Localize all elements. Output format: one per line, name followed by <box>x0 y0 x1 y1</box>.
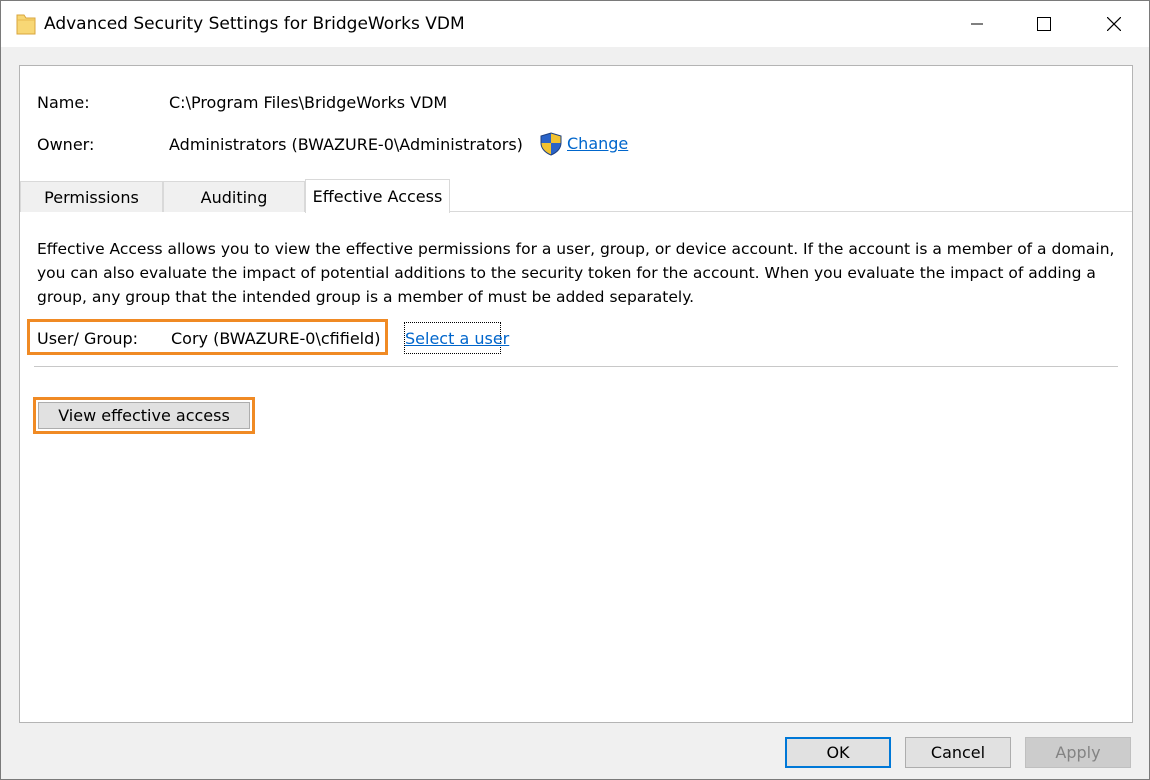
window-title: Advanced Security Settings for BridgeWor… <box>44 14 465 34</box>
folder-icon <box>16 14 36 35</box>
close-button[interactable] <box>1086 1 1142 47</box>
maximize-icon <box>1037 17 1051 31</box>
select-user-link[interactable]: Select a user <box>404 322 509 354</box>
cancel-button[interactable]: Cancel <box>905 737 1011 768</box>
close-icon <box>1107 17 1121 31</box>
security-settings-window: Advanced Security Settings for BridgeWor… <box>0 0 1150 780</box>
owner-label: Owner: <box>37 135 95 154</box>
ok-button[interactable]: OK <box>785 737 891 768</box>
uac-shield-icon <box>540 132 562 156</box>
user-group-label: User/ Group: <box>37 329 139 348</box>
view-effective-access-button[interactable]: View effective access <box>38 402 250 429</box>
tab-auditing[interactable]: Auditing <box>163 181 305 212</box>
name-value: C:\Program Files\BridgeWorks VDM <box>169 93 448 112</box>
tab-permissions[interactable]: Permissions <box>20 181 163 212</box>
change-owner-link[interactable]: Change <box>567 134 628 153</box>
effective-access-description: Effective Access allows you to view the … <box>37 240 1115 306</box>
name-label: Name: <box>37 93 90 112</box>
maximize-button[interactable] <box>1016 1 1072 47</box>
tab-effective-access[interactable]: Effective Access <box>305 179 450 213</box>
main-panel: Name: C:\Program Files\BridgeWorks VDM O… <box>19 65 1133 723</box>
owner-value: Administrators (BWAZURE-0\Administrators… <box>169 135 523 154</box>
divider <box>34 366 1118 367</box>
minimize-icon <box>971 23 983 25</box>
minimize-button[interactable] <box>949 1 1005 47</box>
title-bar[interactable]: Advanced Security Settings for BridgeWor… <box>1 1 1149 47</box>
user-group-value: Cory (BWAZURE-0\cfifield) <box>171 329 381 348</box>
apply-button[interactable]: Apply <box>1025 737 1131 768</box>
